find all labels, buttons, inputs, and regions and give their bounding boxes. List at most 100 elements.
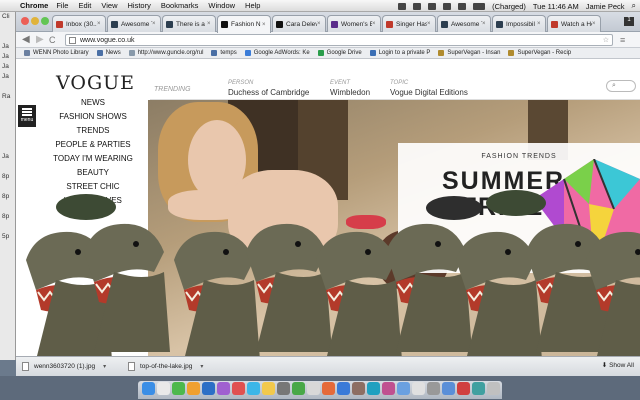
search-button[interactable]: ⌕ (606, 80, 636, 92)
menu-help[interactable]: Help (245, 1, 260, 10)
minimize-window-button[interactable] (31, 17, 39, 25)
dock-app-icon[interactable] (307, 382, 320, 395)
browser-tab[interactable]: Fashion N × (217, 15, 271, 33)
volume-icon[interactable] (458, 2, 467, 10)
show-all-downloads-button[interactable]: ⬇ Show All (602, 361, 634, 369)
menu-view[interactable]: View (101, 1, 117, 10)
bluetooth-icon[interactable] (428, 2, 437, 10)
dock-app-icon[interactable] (352, 382, 365, 395)
dock-app-icon[interactable] (172, 382, 185, 395)
bookmark-star-icon[interactable]: ☆ (603, 35, 609, 46)
download-item[interactable]: wenn3603720 (1).jpg ▾ (22, 360, 106, 373)
nav-item[interactable]: BEAUTY (38, 168, 148, 177)
browser-tab[interactable]: Inbox (30... × (52, 15, 106, 32)
bookmark-item[interactable]: News (96, 50, 121, 56)
trending-link-topic[interactable]: Vogue Digital Editions (390, 88, 468, 97)
forward-button[interactable]: ▶ (36, 34, 44, 46)
nav-item[interactable]: TODAY I'M WEARING (38, 154, 148, 163)
close-tab-icon[interactable]: × (427, 21, 433, 27)
dock-app-icon[interactable] (487, 382, 500, 395)
download-item[interactable]: top-of-the-lake.jpg ▾ (128, 360, 203, 373)
close-tab-icon[interactable]: × (592, 21, 598, 27)
battery-icon[interactable] (473, 2, 486, 10)
menu-window[interactable]: Window (208, 1, 235, 10)
bookmark-item[interactable]: SuperVegan - Recip (508, 50, 571, 56)
dock-app-icon[interactable] (187, 382, 200, 395)
menu-toggle-button[interactable]: menu (18, 105, 36, 127)
spotlight-icon[interactable]: ⌕ (632, 1, 636, 11)
close-tab-icon[interactable]: × (97, 21, 103, 27)
dock-app-icon[interactable] (367, 382, 380, 395)
browser-tab[interactable]: Watch a He × (547, 15, 601, 32)
browser-tab[interactable]: Women's B × (327, 15, 381, 32)
bookmark-item[interactable]: Google AdWords: Ke (244, 50, 310, 56)
dock-app-icon[interactable] (247, 382, 260, 395)
close-tab-icon[interactable]: × (372, 21, 378, 27)
dock-app-icon[interactable] (412, 382, 425, 395)
chevron-down-icon[interactable]: ▾ (200, 363, 203, 370)
trending-link-event[interactable]: Wimbledon (330, 88, 370, 97)
user-profile-icon[interactable]: 1 (624, 17, 634, 26)
bookmark-item[interactable]: Login to a private P (369, 50, 430, 56)
nav-item[interactable]: FASHION SHOWS (38, 112, 148, 121)
browser-tab[interactable]: Impossibil × (492, 15, 546, 32)
browser-tab[interactable]: Awesome T × (107, 15, 161, 32)
dock-app-icon[interactable] (142, 382, 155, 395)
trending-kind-event: EVENT (330, 80, 351, 86)
back-button[interactable]: ◀ (22, 34, 30, 46)
browser-tab[interactable]: There is a l × (162, 15, 216, 32)
browser-tab[interactable]: Awesome T × (437, 15, 491, 32)
close-tab-icon[interactable]: × (262, 22, 268, 28)
dock-app-icon[interactable] (472, 382, 485, 395)
nav-item[interactable]: TRENDS (38, 126, 148, 135)
close-tab-icon[interactable]: × (207, 21, 213, 27)
chevron-down-icon[interactable]: ▾ (103, 363, 106, 370)
dock-app-icon[interactable] (202, 382, 215, 395)
dock-app-icon[interactable] (157, 382, 170, 395)
browser-tab[interactable]: Singer Has × (382, 15, 436, 32)
bookmark-item[interactable]: WENN Photo Library (24, 50, 89, 56)
dock-app-icon[interactable] (277, 382, 290, 395)
bookmark-item[interactable]: temps (211, 50, 237, 56)
zoom-window-button[interactable] (41, 17, 49, 25)
app-name-menu[interactable]: Chrome (20, 1, 48, 10)
dock-app-icon[interactable] (382, 382, 395, 395)
bookmark-item[interactable]: http://www.guncle.org/rul (128, 50, 203, 56)
trending-link-person[interactable]: Duchess of Cambridge (228, 88, 309, 97)
wifi-icon[interactable] (443, 2, 452, 10)
bookmark-item[interactable]: Google Drive (317, 50, 362, 56)
close-tab-icon[interactable]: × (152, 21, 158, 27)
nav-item[interactable]: PEOPLE & PARTIES (38, 140, 148, 149)
background-window-text (0, 22, 15, 32)
dock-app-icon[interactable] (457, 382, 470, 395)
nav-item[interactable]: NEWS (38, 98, 148, 107)
chrome-menu-icon[interactable]: ≡ (620, 34, 625, 46)
reload-button[interactable]: C (49, 34, 56, 46)
dock-app-icon[interactable] (337, 382, 350, 395)
timemachine-icon[interactable] (413, 2, 422, 10)
dock-app-icon[interactable] (397, 382, 410, 395)
dock-app-icon[interactable] (292, 382, 305, 395)
menubar-user[interactable]: Jamie Peck (586, 2, 625, 11)
menu-bookmarks[interactable]: Bookmarks (161, 1, 199, 10)
address-bar[interactable]: www.vogue.co.uk ☆ (65, 34, 613, 46)
close-window-button[interactable] (21, 17, 29, 25)
vogue-logo[interactable]: VOGUE (56, 72, 135, 94)
dock-app-icon[interactable] (232, 382, 245, 395)
close-tab-icon[interactable]: × (317, 21, 323, 27)
menu-history[interactable]: History (128, 1, 151, 10)
dropbox-icon[interactable] (398, 2, 407, 10)
browser-tab[interactable]: Cara Delev × (272, 15, 326, 32)
close-tab-icon[interactable]: × (537, 21, 543, 27)
menu-file[interactable]: File (56, 1, 68, 10)
dock-app-icon[interactable] (217, 382, 230, 395)
dock-app-icon[interactable] (262, 382, 275, 395)
bookmark-item[interactable]: SuperVegan - Insan (438, 50, 500, 56)
menubar-clock[interactable]: Tue 11:46 AM (533, 2, 579, 11)
dock-app-icon[interactable] (322, 382, 335, 395)
close-tab-icon[interactable]: × (482, 21, 488, 27)
dock-app-icon[interactable] (442, 382, 455, 395)
menu-edit[interactable]: Edit (78, 1, 91, 10)
battery-status[interactable]: (Charged) (492, 2, 526, 11)
dock-app-icon[interactable] (427, 382, 440, 395)
